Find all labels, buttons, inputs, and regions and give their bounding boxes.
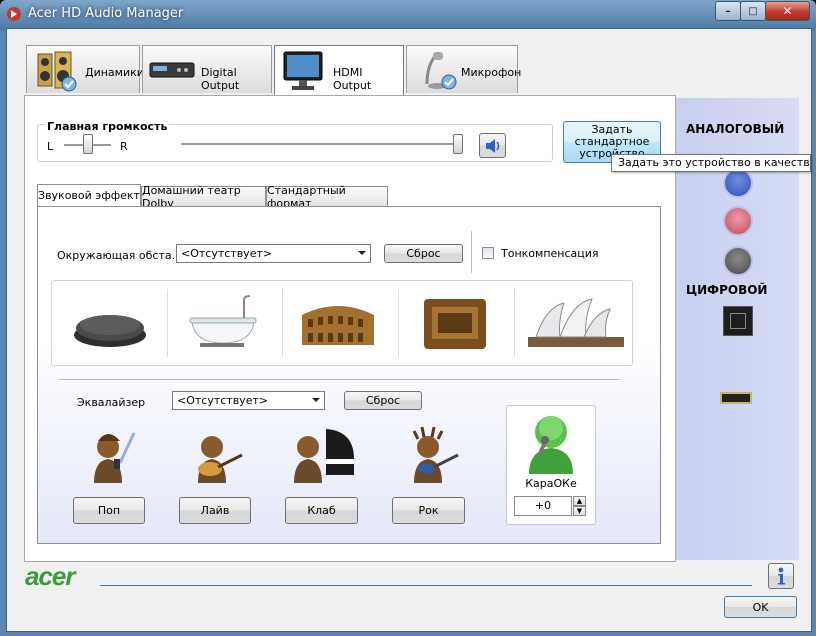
karaoke-singer-icon [529, 416, 573, 474]
tab-speakers[interactable]: Динамики [26, 45, 144, 93]
digital-heading: ЦИФРОВОЙ [686, 283, 768, 297]
subtab-sound-effect[interactable]: Звуковой эффект [37, 184, 141, 206]
master-volume-title: Главная громкость [45, 120, 170, 133]
info-icon [778, 567, 785, 585]
chevron-down-icon [312, 398, 320, 402]
environment-select[interactable]: <Отсутствует> [176, 244, 371, 263]
environment-select-value: <Отсутствует> [181, 247, 273, 260]
balance-slider-thumb[interactable] [83, 134, 93, 154]
karaoke-up-button[interactable]: ▲ [573, 496, 586, 506]
microphone-icon [425, 52, 457, 90]
karaoke-label: КараОКе [525, 477, 577, 490]
close-button[interactable]: ✕ [765, 1, 810, 21]
balance-left-label: L [47, 140, 54, 153]
karaoke-box: КараОКе +0 ▲ ▼ [506, 405, 596, 525]
tab-microphone[interactable]: Микрофон [406, 45, 522, 93]
live-guitar-icon [198, 436, 243, 483]
tab-digital-output-label: Digital Output [201, 66, 240, 92]
bathroom-icon[interactable] [186, 291, 266, 355]
main-panel: Главная громкость L R Задать стандартное… [24, 95, 676, 562]
club-piano-icon [294, 429, 354, 483]
digital-output-icon [149, 62, 195, 78]
pop-singer-icon [94, 432, 136, 483]
equalizer-select-value: <Отсутствует> [177, 394, 269, 407]
rock-guitar-icon [412, 426, 459, 483]
opera-house-icon[interactable] [522, 291, 630, 357]
hdmi-port-icon[interactable] [720, 392, 752, 404]
analog-jack-blue[interactable] [723, 168, 753, 198]
eq-live-button[interactable]: Лайв [179, 497, 251, 524]
optical-port-icon[interactable] [723, 306, 753, 336]
arena-icon[interactable] [418, 293, 494, 355]
effect-subtabs: Звуковой эффект Домашний театр Dolby Ста… [37, 184, 661, 210]
analog-jack-gray[interactable] [723, 246, 753, 276]
equalizer-reset-button[interactable]: Сброс [344, 391, 422, 410]
tab-digital-output[interactable]: Digital Output [142, 45, 272, 93]
eq-rock-button[interactable]: Рок [392, 497, 465, 524]
loudness-checkbox[interactable] [482, 247, 494, 259]
window-title: Acer HD Audio Manager [28, 6, 184, 21]
monitor-icon [283, 51, 323, 90]
loudness-label: Тонкомпенсация [501, 247, 599, 260]
chevron-down-icon [358, 251, 366, 255]
analog-heading: АНАЛОГОВЫЙ [686, 122, 785, 136]
acer-logo: acer [25, 561, 75, 591]
environment-label: Окружающая обста... [57, 249, 183, 262]
speaker-icon [485, 138, 499, 153]
divider [59, 379, 619, 381]
karaoke-down-button[interactable]: ▼ [573, 506, 586, 516]
speakers-icon [37, 51, 77, 92]
tooltip: Задать это устройство в качестве ста [611, 154, 811, 172]
maximize-button[interactable]: □ [740, 1, 766, 21]
tab-hdmi-output-label: HDMI Output [333, 66, 372, 92]
tab-microphone-label: Микрофон [461, 66, 522, 79]
colosseum-icon[interactable] [298, 295, 378, 355]
minimize-button[interactable]: – [715, 1, 741, 21]
title-bar[interactable]: Acer HD Audio Manager – □ ✕ [0, 0, 816, 28]
analog-jack-pink[interactable] [723, 206, 753, 236]
app-window: Acer HD Audio Manager – □ ✕ Динамики Dig… [0, 0, 816, 636]
karaoke-value-field[interactable]: +0 [514, 496, 572, 516]
subtab-standard-format[interactable]: Стандартный формат [266, 184, 388, 210]
environment-reset-button[interactable]: Сброс [384, 244, 463, 263]
balance-right-label: R [120, 140, 128, 153]
tab-hdmi-output[interactable]: HDMI Output [274, 45, 404, 96]
eq-club-button[interactable]: Клаб [285, 497, 358, 524]
app-icon [7, 7, 21, 21]
mute-button[interactable] [479, 133, 506, 158]
client-area: Динамики Digital Output HDMI Output Микр… [6, 28, 812, 632]
volume-track [181, 143, 463, 146]
info-button[interactable] [768, 563, 794, 589]
tab-speakers-label: Динамики [85, 66, 144, 79]
stone-room-icon[interactable] [70, 295, 150, 355]
volume-slider-thumb[interactable] [453, 134, 463, 154]
equalizer-select[interactable]: <Отсутствует> [172, 391, 325, 410]
environment-presets [51, 280, 633, 366]
ok-button[interactable]: OK [724, 596, 797, 618]
subtab-dolby-home-theater[interactable]: Домашний театр Dolby [141, 184, 266, 210]
sound-effect-page: Окружающая обста... <Отсутствует> Сброс … [37, 206, 661, 544]
equalizer-label: Эквалайзер [77, 396, 146, 409]
divider [471, 231, 472, 273]
footer-line [100, 585, 752, 586]
eq-pop-button[interactable]: Поп [73, 497, 145, 524]
